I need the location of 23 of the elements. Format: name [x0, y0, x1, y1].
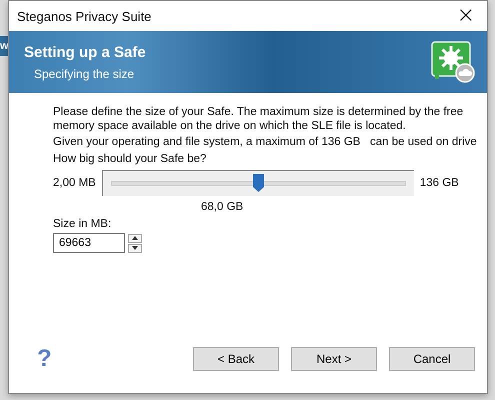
- size-label: Size in MB:: [53, 218, 112, 230]
- description-text: Please define the size of your Safe. The maximum size is determined by the free memory space available on the drive on which the SLE file is located.: [53, 105, 464, 133]
- wizard-button[interactable]: < Back: [193, 347, 279, 371]
- up-arrow-icon: [132, 236, 138, 240]
- slider-min-label: 2,00 MB: [53, 177, 96, 189]
- help-button[interactable]: ?: [37, 345, 52, 373]
- down-arrow-icon: [132, 246, 138, 250]
- size-input-field[interactable]: 69663: [53, 233, 125, 253]
- size-slider[interactable]: [102, 170, 414, 196]
- safe-icon: [431, 41, 475, 83]
- spin-up-button[interactable]: [128, 234, 142, 242]
- banner-subtitle: Specifying the size: [33, 66, 136, 80]
- slider-reading: 68,0 GB: [201, 201, 244, 213]
- window-title: Steganos Privacy Suite: [17, 8, 152, 24]
- banner-title: Setting up a Safe: [24, 44, 146, 60]
- spin-down-button[interactable]: [128, 244, 142, 252]
- slider-thumb[interactable]: [253, 174, 264, 192]
- slider-max-label: 136 GB: [420, 177, 459, 189]
- wizard-button[interactable]: Next >: [291, 347, 377, 371]
- question-label: How big should your Safe be?: [53, 153, 208, 165]
- description-text: Given your operating and file system, a maximum of 136 GB can be used on drive: [53, 136, 477, 148]
- close-button[interactable]: ×: [452, 5, 479, 27]
- wizard-button[interactable]: Cancel: [389, 347, 475, 371]
